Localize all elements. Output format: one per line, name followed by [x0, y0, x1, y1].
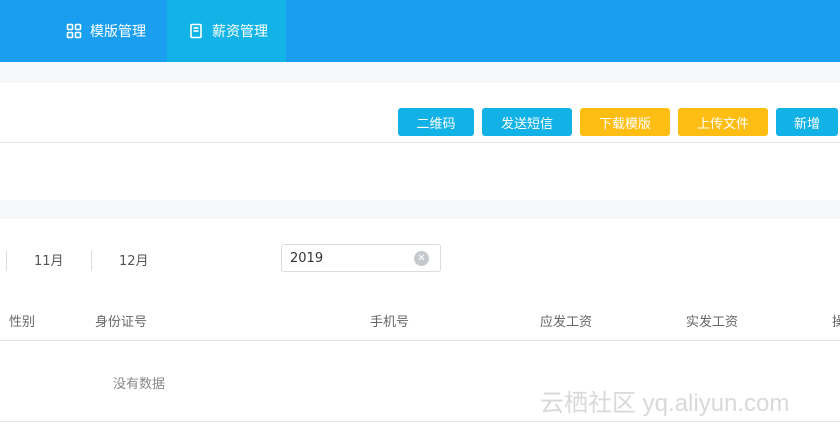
clear-icon[interactable]: ✕ [414, 251, 429, 266]
tab-template-management[interactable]: 模版管理 [66, 0, 166, 62]
grid-icon [66, 23, 82, 39]
top-nav-bar: 模版管理 薪资管理 [0, 0, 840, 62]
add-button[interactable]: 新增 [776, 108, 838, 136]
tab-salary-management[interactable]: 薪资管理 [167, 0, 286, 62]
action-toolbar: 二维码 发送短信 下载模版 上传文件 新增 [0, 108, 840, 137]
year-input[interactable] [290, 250, 400, 266]
divider [0, 142, 840, 143]
column-header-operation: 操 [832, 315, 840, 330]
watermark: 云栖社区 yq.aliyun.com [540, 390, 790, 417]
download-template-button[interactable]: 下载模版 [580, 108, 670, 136]
tab-salary-label: 薪资管理 [212, 24, 268, 40]
upload-file-button[interactable]: 上传文件 [678, 108, 768, 136]
table-bottom-divider [0, 421, 840, 422]
month-option-11[interactable]: 11月 [34, 250, 64, 269]
month-option-12[interactable]: 12月 [119, 250, 149, 269]
column-header-id-number: 身份证号 [95, 315, 148, 330]
document-icon [188, 23, 204, 39]
section-spacer [0, 200, 840, 219]
table-header-divider [0, 340, 840, 341]
tab-template-label: 模版管理 [90, 24, 146, 40]
send-sms-button[interactable]: 发送短信 [482, 108, 572, 136]
column-header-due-salary: 应发工资 [540, 315, 593, 330]
column-header-phone: 手机号 [370, 315, 410, 330]
month-separator [91, 251, 92, 271]
column-header-gender: 性别 [9, 315, 36, 330]
column-header-actual-salary: 实发工资 [686, 315, 739, 330]
section-spacer [0, 62, 840, 83]
empty-state-text: 没有数据 [113, 377, 166, 392]
qrcode-button[interactable]: 二维码 [398, 108, 474, 136]
month-separator [6, 251, 7, 271]
year-picker[interactable]: ✕ [281, 244, 441, 272]
